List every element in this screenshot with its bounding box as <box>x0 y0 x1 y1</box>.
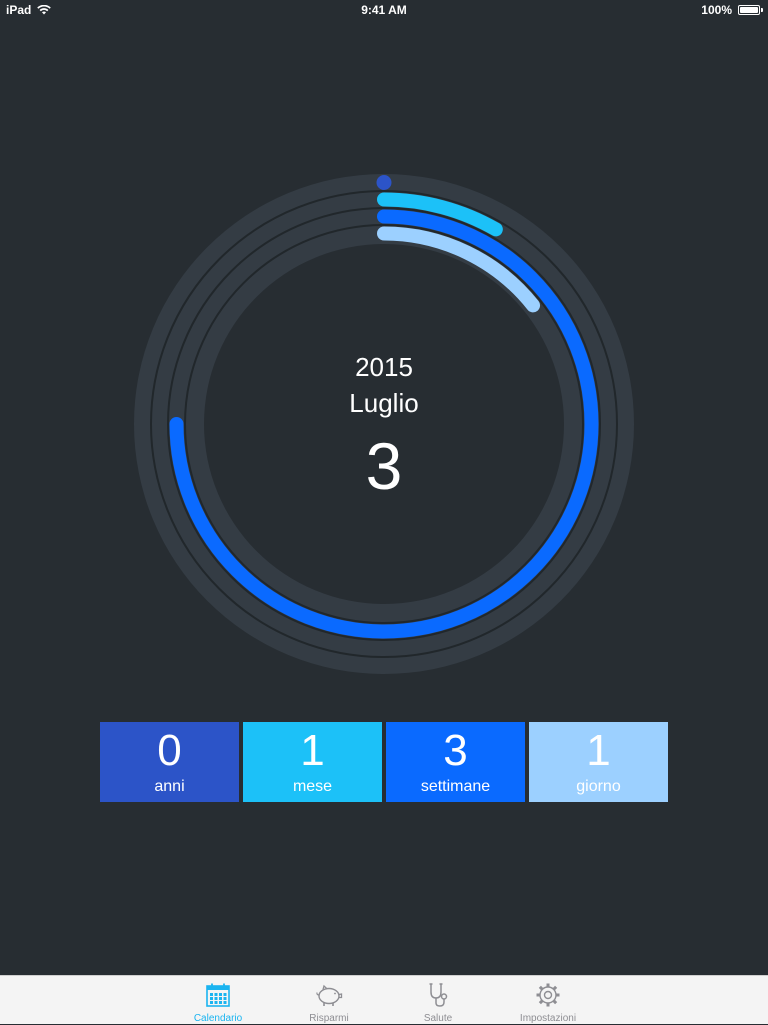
status-time: 9:41 AM <box>361 3 407 17</box>
tab-label: Risparmi <box>309 1013 349 1024</box>
tile-value: 3 <box>443 726 468 775</box>
tile-value: 0 <box>157 726 182 775</box>
ring-arc-anni <box>376 175 392 190</box>
tile-giorno: 1 giorno <box>529 722 668 802</box>
tile-value: 1 <box>586 726 611 775</box>
tab-risparmi[interactable]: Risparmi <box>289 976 369 1025</box>
tab-calendario[interactable]: Calendario <box>178 976 258 1025</box>
tile-label: anni <box>154 778 185 795</box>
battery-fill <box>740 7 758 13</box>
stethoscope-icon <box>429 983 448 1007</box>
tile-anni: 0 anni <box>100 722 239 802</box>
tab-label: Salute <box>423 1013 453 1024</box>
tab-bar: Calendario Risparmi Salute Impostazioni <box>0 975 768 1024</box>
tile-label: giorno <box>576 778 621 795</box>
status-bar: iPad 9:41 AM 100% <box>0 0 768 20</box>
tab-label: Calendario <box>193 1013 243 1024</box>
battery-tip <box>761 8 763 12</box>
rings-svg <box>134 174 634 674</box>
status-right: 100% <box>701 3 763 17</box>
tile-label: mese <box>292 778 333 795</box>
tile-settimane: 3 settimane <box>386 722 525 802</box>
battery-icon <box>738 5 763 15</box>
tile-value: 1 <box>300 726 325 775</box>
tile-label: settimane <box>420 778 491 795</box>
tab-label: Impostazioni <box>519 1013 577 1024</box>
gear-icon <box>536 983 560 1007</box>
calendar-icon <box>206 983 230 1007</box>
progress-rings <box>134 174 634 674</box>
battery-percentage: 100% <box>701 3 732 17</box>
piggy-bank-icon <box>316 984 343 1006</box>
tab-salute[interactable]: Salute <box>398 976 478 1025</box>
tile-mese: 1 mese <box>243 722 382 802</box>
tab-impostazioni[interactable]: Impostazioni <box>508 976 588 1025</box>
ring-center-disc <box>204 244 564 604</box>
stats-tiles: 0 anni 1 mese 3 settimane 1 giorno <box>100 722 668 802</box>
